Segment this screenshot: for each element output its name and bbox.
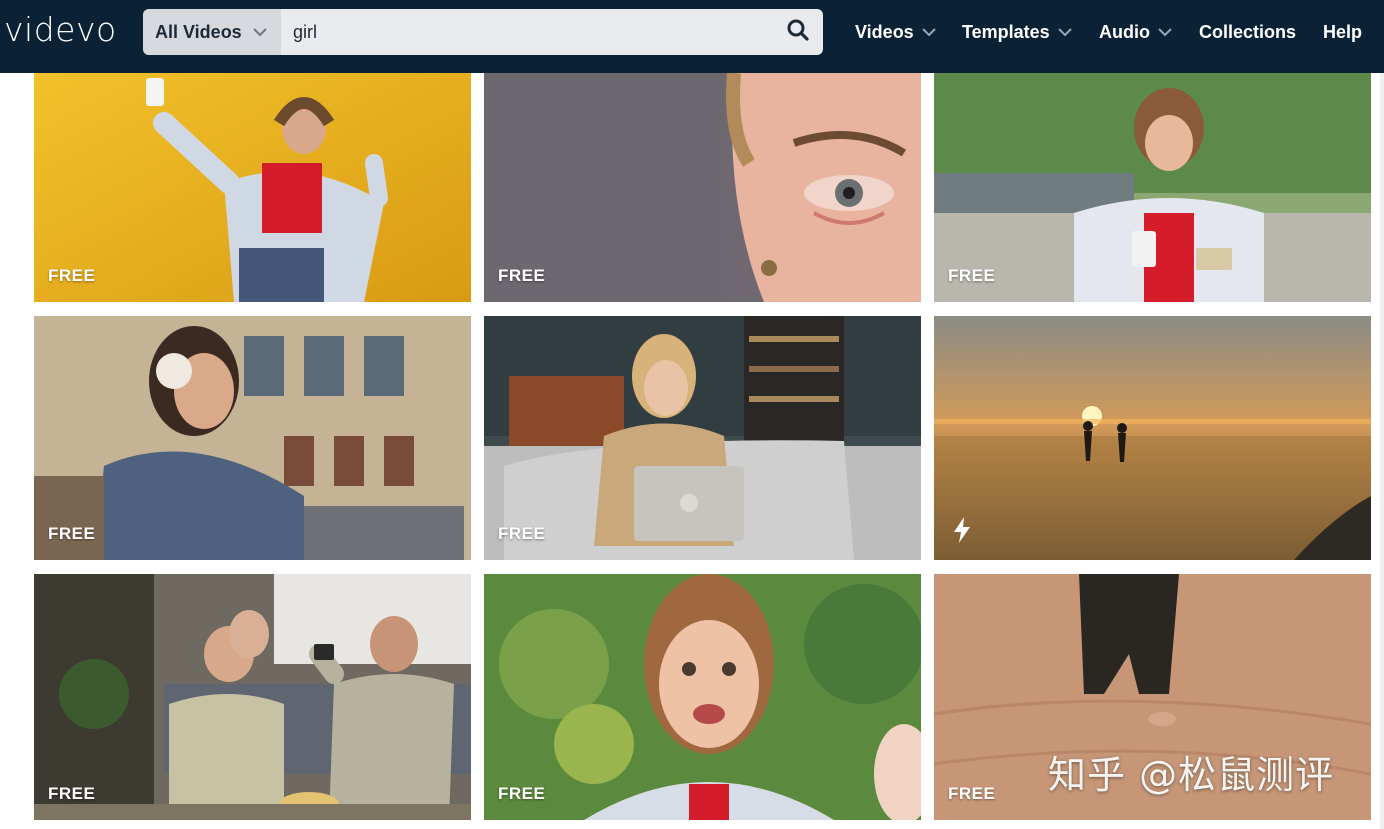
video-thumbnail[interactable]: FREE	[34, 316, 471, 560]
nav-collections[interactable]: Collections	[1199, 0, 1296, 64]
free-badge: FREE	[498, 784, 546, 803]
thumbnail-image	[484, 316, 921, 560]
thumbnail-image	[934, 316, 1371, 560]
video-thumbnail[interactable]: FREE	[934, 73, 1371, 302]
nav-help-label: Help	[1323, 21, 1363, 42]
videvo-logo[interactable]: videvo	[4, 10, 117, 49]
video-thumbnail[interactable]: FREE	[484, 574, 921, 820]
nav-audio-label: Audio	[1099, 21, 1150, 42]
nav-templates[interactable]: Templates	[962, 0, 1072, 64]
page-scroll-edge	[1380, 73, 1384, 829]
free-badge: FREE	[498, 266, 546, 285]
nav-videos[interactable]: Videos	[855, 0, 936, 64]
chevron-down-icon	[1057, 27, 1072, 37]
top-navigation-bar: videvo All Videos Videos Templates	[0, 0, 1384, 73]
thumbnail-image	[34, 574, 471, 820]
search-category-dropdown[interactable]: All Videos	[143, 9, 281, 55]
thumbnail-image	[34, 316, 471, 560]
chevron-down-icon	[921, 27, 936, 37]
video-thumbnail[interactable]: FREE	[34, 574, 471, 820]
nav-templates-label: Templates	[962, 21, 1050, 42]
thumbnail-image	[934, 73, 1371, 302]
free-badge: FREE	[948, 266, 996, 285]
thumbnail-image	[34, 73, 471, 302]
lightning-bolt-icon	[954, 517, 970, 548]
free-badge: FREE	[498, 524, 546, 543]
free-badge: FREE	[948, 784, 996, 803]
thumbnail-image	[484, 73, 921, 302]
search-category-label: All Videos	[155, 21, 242, 42]
watermark-text: 知乎 @松鼠测评	[1048, 753, 1335, 797]
free-badge: FREE	[48, 524, 96, 543]
nav-collections-label: Collections	[1199, 21, 1297, 42]
free-badge: FREE	[48, 784, 96, 803]
search-button[interactable]	[773, 9, 823, 55]
nav-audio[interactable]: Audio	[1099, 0, 1172, 64]
search-bar: All Videos	[143, 9, 823, 55]
chevron-down-icon	[252, 27, 268, 37]
search-icon	[787, 19, 809, 46]
video-thumbnail[interactable]	[934, 316, 1371, 560]
nav-help[interactable]: Help	[1323, 0, 1362, 64]
chevron-down-icon	[1158, 27, 1172, 37]
video-thumbnail[interactable]: FREE	[484, 316, 921, 560]
free-badge: FREE	[48, 266, 96, 285]
nav-videos-label: Videos	[855, 21, 914, 42]
search-input[interactable]	[281, 9, 773, 55]
video-thumbnail[interactable]: FREE	[484, 73, 921, 302]
video-thumbnail[interactable]: FREE	[34, 73, 471, 302]
thumbnail-image	[484, 574, 921, 820]
